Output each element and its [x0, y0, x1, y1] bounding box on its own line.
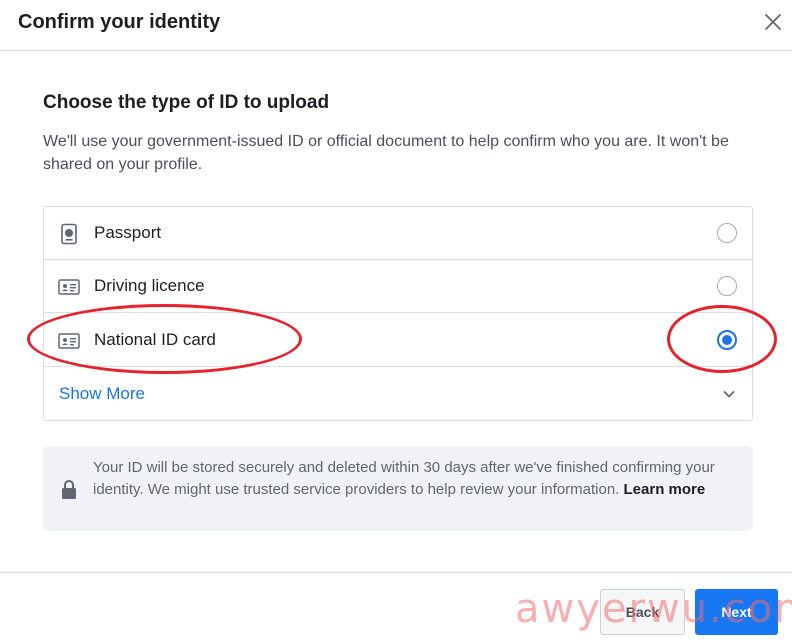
passport-icon [61, 223, 77, 245]
back-button[interactable]: Back [600, 589, 685, 635]
learn-more-link[interactable]: Learn more [624, 481, 706, 498]
option-passport[interactable]: Passport [44, 207, 752, 260]
option-driving-licence[interactable]: Driving licence [44, 260, 752, 313]
option-national-id-card[interactable]: National ID card [44, 314, 752, 367]
id-card-icon [58, 333, 80, 349]
privacy-notice: Your ID will be stored securely and dele… [43, 446, 753, 531]
lock-icon [62, 480, 76, 499]
id-card-icon [58, 279, 80, 295]
section-description: We'll use your government-issued ID or o… [43, 133, 729, 173]
radio-passport[interactable] [717, 223, 737, 243]
option-label: Driving licence [94, 276, 205, 295]
show-more-label: Show More [59, 384, 145, 403]
dialog-footer: Back Next [0, 572, 792, 642]
dialog-title: Confirm your identity [18, 11, 221, 33]
show-more-button[interactable]: Show More [44, 367, 752, 420]
dialog-header: Confirm your identity [0, 0, 792, 51]
privacy-notice-text: Your ID will be stored securely and dele… [93, 457, 743, 500]
next-button[interactable]: Next [695, 589, 778, 635]
chevron-down-icon [723, 391, 735, 398]
close-icon[interactable] [760, 9, 786, 35]
option-label: National ID card [94, 330, 216, 349]
radio-national-id-card[interactable] [717, 330, 737, 350]
option-label: Passport [94, 223, 162, 242]
close-button[interactable] [760, 9, 786, 35]
section-title: Choose the type of ID to upload [43, 92, 330, 113]
radio-driving-licence[interactable] [717, 276, 737, 296]
privacy-notice-body: Your ID will be stored securely and dele… [93, 459, 715, 498]
id-type-options: Passport Driving licence National ID car… [43, 206, 753, 421]
